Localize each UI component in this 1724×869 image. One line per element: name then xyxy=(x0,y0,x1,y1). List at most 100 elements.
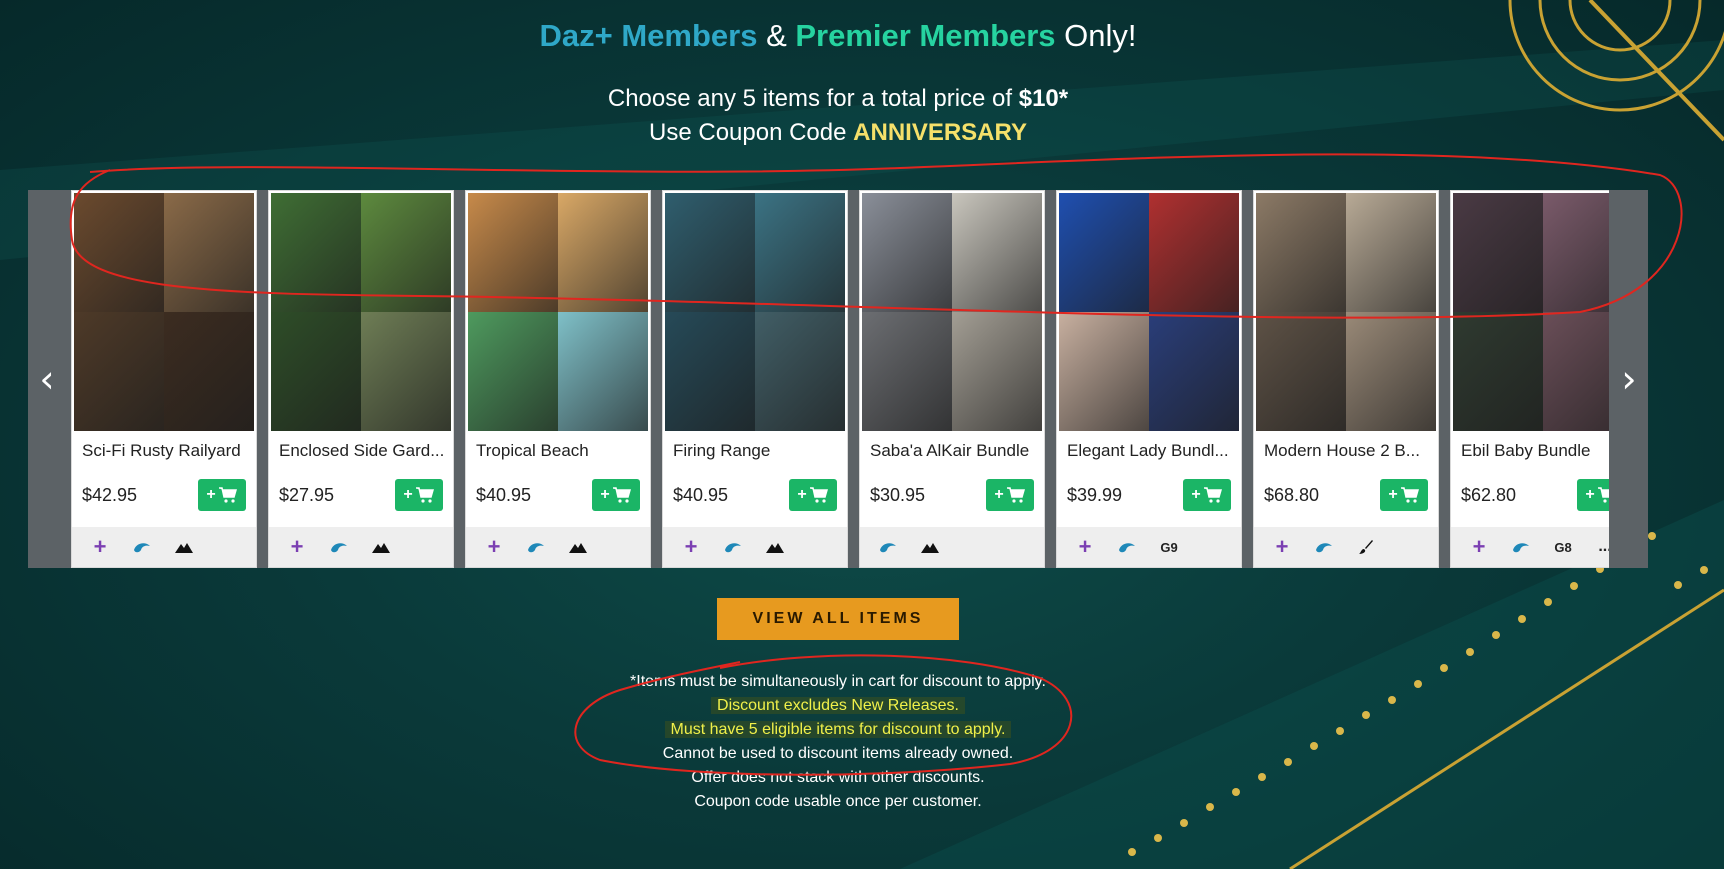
add-label: + xyxy=(403,486,413,503)
cart-icon xyxy=(612,487,631,503)
product-icon-bar: + xyxy=(72,527,256,567)
environment-icon xyxy=(371,537,391,557)
product-name[interactable]: Sci-Fi Rusty Railyard xyxy=(82,441,250,461)
daz-plus-icon: + xyxy=(290,534,304,559)
product-name[interactable]: Ebil Baby Bundle xyxy=(1461,441,1609,461)
cart-icon xyxy=(1597,487,1609,503)
add-to-cart-button[interactable]: + xyxy=(1380,479,1428,511)
add-to-cart-button[interactable]: + xyxy=(395,479,443,511)
thumbnail-tile xyxy=(1149,312,1239,431)
carousel-prev-button[interactable]: ‹ xyxy=(28,190,66,568)
add-label: + xyxy=(1191,486,1201,503)
thumbnail-tile xyxy=(361,193,451,312)
thumbnail-tile xyxy=(74,193,164,312)
daz-plus-icon: + xyxy=(1275,534,1289,559)
thumbnail-tile xyxy=(665,312,755,431)
only-label: Only! xyxy=(1055,18,1137,53)
product-thumbnail[interactable] xyxy=(271,193,451,431)
product-name[interactable]: Saba'a AlKair Bundle xyxy=(870,441,1038,461)
add-to-cart-button[interactable]: + xyxy=(198,479,246,511)
thumbnail-tile xyxy=(164,312,254,431)
note-line: Must have 5 eligible items for discount … xyxy=(538,718,1138,742)
daz-plus-icon: + xyxy=(684,534,698,559)
thumbnail-tile xyxy=(952,193,1042,312)
carousel-track: Sci-Fi Rusty Railyard $42.95 + + Enclosed Si… xyxy=(71,190,1609,568)
thumbnail-tile xyxy=(1256,193,1346,312)
product-name[interactable]: Enclosed Side Gard... xyxy=(279,441,447,461)
product-name[interactable]: Tropical Beach xyxy=(476,441,644,461)
product-price: $39.99 xyxy=(1067,485,1123,505)
thumbnail-tile xyxy=(952,312,1042,431)
add-to-cart-button[interactable]: + xyxy=(789,479,837,511)
product-thumbnail[interactable] xyxy=(468,193,648,431)
note-line: Cannot be used to discount items already… xyxy=(662,745,1014,762)
product-thumbnail[interactable] xyxy=(862,193,1042,431)
environment-icon xyxy=(765,537,785,557)
promo-subtitle: Choose any 5 items for a total price of … xyxy=(0,82,1676,150)
offer-text: Choose any 5 items for a total price of xyxy=(607,85,1019,112)
product-thumbnail[interactable] xyxy=(74,193,254,431)
carousel-next-button[interactable]: › xyxy=(1610,190,1648,568)
product-thumbnail[interactable] xyxy=(1059,193,1239,431)
product-card[interactable]: Elegant Lady Bundl... $39.99 + + G9 xyxy=(1056,190,1242,568)
product-name[interactable]: Firing Range xyxy=(673,441,841,461)
promo-title: Daz+ Members & Premier Members Only! xyxy=(0,18,1676,54)
thumbnail-tile xyxy=(1543,312,1609,431)
brush-icon xyxy=(1356,537,1376,557)
add-to-cart-button[interactable]: + xyxy=(986,479,1034,511)
cart-icon xyxy=(415,487,434,503)
thumbnail-tile xyxy=(1149,193,1239,312)
product-thumbnail[interactable] xyxy=(1256,193,1436,431)
product-thumbnail[interactable] xyxy=(1453,193,1609,431)
product-name[interactable]: Elegant Lady Bundl... xyxy=(1067,441,1235,461)
coupon-prefix: Use Coupon Code xyxy=(649,119,854,146)
note-highlight: Must have 5 eligible items for discount … xyxy=(664,721,1012,738)
product-card[interactable]: Enclosed Side Gard... $27.95 + + xyxy=(268,190,454,568)
add-to-cart-button[interactable]: + xyxy=(1577,479,1609,511)
offer-price: $10* xyxy=(1018,85,1069,112)
add-label: + xyxy=(797,486,807,503)
product-card[interactable]: Ebil Baby Bundle $62.80 + + G8... xyxy=(1450,190,1609,568)
thumbnail-tile xyxy=(558,193,648,312)
coupon-line: Use Coupon Code ANNIVERSARY xyxy=(0,116,1676,150)
product-icon-bar xyxy=(860,527,1044,567)
daz-studio-icon xyxy=(1511,537,1531,557)
cart-icon xyxy=(1203,487,1222,503)
cart-icon xyxy=(1006,487,1025,503)
chevron-left-icon: ‹ xyxy=(39,357,55,401)
note-line: Coupon code usable once per customer. xyxy=(694,793,982,810)
thumbnail-tile xyxy=(74,312,164,431)
product-card[interactable]: Sci-Fi Rusty Railyard $42.95 + + xyxy=(71,190,257,568)
thumbnail-tile xyxy=(1346,193,1436,312)
thumbnail-tile xyxy=(1059,193,1149,312)
daz-plus-icon: + xyxy=(93,534,107,559)
thumbnail-tile xyxy=(164,193,254,312)
daz-studio-icon xyxy=(132,537,152,557)
note-line: Offer does not stack with other discount… xyxy=(691,769,985,786)
premier-members-label: Premier Members xyxy=(795,18,1056,53)
terms-notes: *Items must be simultaneously in cart fo… xyxy=(538,670,1138,814)
add-to-cart-button[interactable]: + xyxy=(1183,479,1231,511)
product-name[interactable]: Modern House 2 B... xyxy=(1264,441,1432,461)
thumbnail-tile xyxy=(1059,312,1149,431)
daz-plus-icon: + xyxy=(487,534,501,559)
thumbnail-tile xyxy=(755,193,845,312)
daz-plus-members-label: Daz+ Members xyxy=(539,18,758,53)
product-price: $40.95 xyxy=(476,485,532,505)
daz-studio-icon xyxy=(329,537,349,557)
product-thumbnail[interactable] xyxy=(665,193,845,431)
product-card[interactable]: Saba'a AlKair Bundle $30.95 + xyxy=(859,190,1045,568)
add-label: + xyxy=(600,486,610,503)
product-carousel: ‹ Sci-Fi Rusty Railyard $42.95 + + Enclosed … xyxy=(28,190,1648,568)
view-all-items-button[interactable]: VIEW ALL ITEMS xyxy=(717,598,959,640)
note-line: Discount excludes New Releases. xyxy=(538,694,1138,718)
product-card[interactable]: Modern House 2 B... $68.80 + + xyxy=(1253,190,1439,568)
add-to-cart-button[interactable]: + xyxy=(592,479,640,511)
add-label: + xyxy=(206,486,216,503)
generation-badge: G8 xyxy=(1554,539,1572,555)
generation-badge: G9 xyxy=(1160,539,1178,555)
product-price: $68.80 xyxy=(1264,485,1320,505)
ampersand: & xyxy=(757,18,796,53)
product-card[interactable]: Firing Range $40.95 + + xyxy=(662,190,848,568)
product-card[interactable]: Tropical Beach $40.95 + + xyxy=(465,190,651,568)
